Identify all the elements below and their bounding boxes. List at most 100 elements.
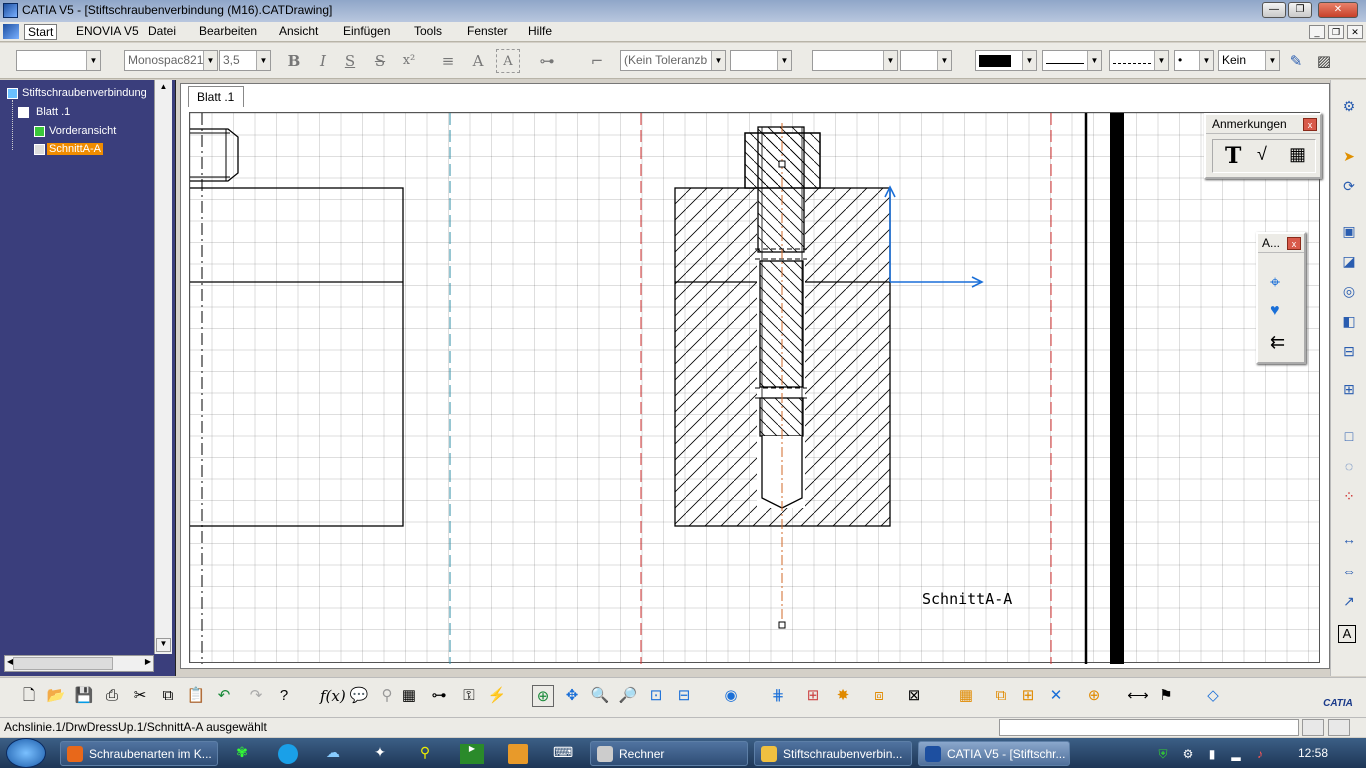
circle-icon[interactable]: ◌ — [1338, 455, 1360, 477]
frame-icon[interactable]: ⧉ — [990, 685, 1012, 707]
dimension-icon[interactable]: ⌐ — [585, 49, 609, 73]
roughness-symbol-icon[interactable]: √ — [1257, 144, 1267, 165]
close-button[interactable]: ✕ — [1318, 2, 1358, 18]
command-button-2[interactable] — [1328, 719, 1350, 736]
taskbar-firefox[interactable]: Schraubenarten im K... — [60, 741, 218, 766]
copy-icon[interactable]: ⧉ — [157, 685, 179, 707]
tree-view-section[interactable]: SchnittA-A — [47, 143, 103, 155]
annotations-close-button[interactable]: x — [1303, 118, 1317, 131]
tree-vertical-scrollbar[interactable]: ▲ ▼ — [154, 80, 172, 654]
network-app-icon[interactable]: ☁ — [323, 744, 343, 764]
text-annotation-icon[interactable]: A — [1338, 625, 1356, 643]
new-file-icon[interactable]: 🗋 — [18, 685, 40, 707]
macro-icon[interactable]: ⚡ — [486, 685, 508, 707]
analysis-icon[interactable]: ⧈ — [868, 685, 890, 707]
tray-signal-icon[interactable]: ▂ — [1228, 746, 1244, 762]
minimize-button[interactable]: — — [1262, 2, 1286, 18]
catia-app-icon[interactable] — [3, 3, 18, 18]
section-label[interactable]: SchnittA-A — [922, 590, 1012, 608]
help-icon[interactable]: ? — [273, 685, 295, 707]
menu-enovia[interactable]: ENOVIA V5 — [73, 24, 142, 38]
comment-icon[interactable]: 💬 — [348, 685, 370, 707]
tray-volume-icon[interactable]: ♪ — [1252, 746, 1268, 762]
zoom-in-icon[interactable]: 🔍 — [589, 685, 611, 707]
tray-antivirus-icon[interactable]: ⛨ — [1155, 746, 1171, 762]
linetype-combo[interactable]: ▼ — [1109, 50, 1169, 71]
wizard-icon[interactable]: ⊞ — [1338, 378, 1360, 400]
measure-icon[interactable]: ◇ — [1202, 685, 1224, 707]
center-line-icon[interactable]: ⌖ — [1270, 272, 1280, 293]
axis-line-icon[interactable]: ⇇ — [1270, 332, 1285, 353]
tab-sheet[interactable]: Blatt .1 — [188, 86, 244, 107]
search-app-icon[interactable]: ⚲ — [415, 744, 435, 764]
generative-icon[interactable]: ⊕ — [1083, 685, 1105, 707]
print-icon[interactable]: ⎙ — [101, 685, 123, 707]
table-icon[interactable]: ▦ — [1289, 144, 1306, 165]
lock-icon[interactable]: ⚿ — [458, 685, 480, 707]
fit-all-icon[interactable]: ⊕ — [532, 685, 554, 707]
filter-icon[interactable]: ⊠ — [903, 685, 925, 707]
media-app-icon[interactable]: ▶ — [460, 744, 484, 764]
doc-close-icon[interactable]: ✕ — [1347, 25, 1363, 39]
broken-view-icon[interactable]: ⊟ — [1338, 340, 1360, 362]
section-view-icon[interactable]: ◪ — [1338, 250, 1360, 272]
tree-view-front[interactable]: Vorderansicht — [49, 125, 116, 137]
formula-icon[interactable]: f(x) — [320, 685, 346, 707]
swap-visible-icon[interactable]: ◉ — [720, 685, 742, 707]
sheet-grid-icon[interactable]: ▦ — [955, 685, 977, 707]
document-icon[interactable] — [3, 24, 19, 39]
thread-icon[interactable]: ♥ — [1270, 302, 1280, 320]
style-combo[interactable]: ▼ — [16, 50, 101, 71]
precision-combo[interactable]: ▼ — [900, 50, 952, 71]
view-axis[interactable] — [884, 185, 984, 288]
line-color-combo[interactable]: ▼ — [975, 50, 1037, 71]
clipping-view-icon[interactable]: ◧ — [1338, 310, 1360, 332]
undo-icon[interactable]: ↶ — [213, 685, 235, 707]
command-input[interactable] — [999, 719, 1299, 736]
point-style-combo[interactable]: • ▼ — [1174, 50, 1214, 71]
menu-einfuegen[interactable]: Einfügen — [340, 24, 393, 38]
tree-root-node[interactable]: Stiftschraubenverbindung — [22, 87, 147, 99]
pan-icon[interactable]: ✥ — [561, 685, 583, 707]
dimension-generation-icon[interactable]: ⟷ — [1127, 685, 1149, 707]
menu-fenster[interactable]: Fenster — [464, 24, 511, 38]
pattern-combo[interactable]: Kein ▼ — [1218, 50, 1280, 71]
scroll-thumb[interactable] — [13, 657, 113, 670]
hatch-pattern-icon[interactable]: ▨ — [1312, 49, 1336, 73]
title-block-icon[interactable]: ⊞ — [1017, 685, 1039, 707]
axis-handle-top[interactable] — [778, 160, 786, 168]
zoom-area-icon[interactable]: ⊡ — [645, 685, 667, 707]
constraint-icon[interactable]: ✸ — [832, 685, 854, 707]
taskbar-clock[interactable]: 12:58 — [1298, 746, 1328, 760]
menu-ansicht[interactable]: Ansicht — [276, 24, 321, 38]
axis-handle-bottom[interactable] — [778, 621, 786, 629]
skype-icon[interactable] — [278, 744, 298, 764]
scroll-down-icon[interactable]: ▼ — [156, 638, 171, 652]
paste-icon[interactable]: 📋 — [185, 685, 207, 707]
start-button[interactable] — [6, 738, 46, 768]
axis-panel-close-button[interactable]: x — [1287, 237, 1301, 250]
tolerance-combo[interactable]: (Kein Toleranzb ▼ — [620, 50, 726, 71]
anchor-point-icon[interactable]: ⊶ — [535, 49, 559, 73]
doc-restore-icon[interactable]: ❐ — [1328, 25, 1344, 39]
rectangle-icon[interactable]: □ — [1338, 425, 1360, 447]
open-folder-icon[interactable]: 📂 — [45, 685, 67, 707]
table-icon[interactable]: ▦ — [398, 685, 420, 707]
font-size-combo[interactable]: 3,5 ▼ — [219, 50, 271, 71]
section-view[interactable] — [674, 123, 891, 629]
tree-sheet-node[interactable]: Blatt .1 — [36, 106, 70, 118]
pinned-folder-icon[interactable] — [508, 744, 528, 764]
remote-app-icon[interactable]: ⌨ — [553, 744, 573, 764]
front-view[interactable] — [190, 113, 404, 664]
tree-structure-icon[interactable]: ⊶ — [428, 685, 450, 707]
line-thickness-combo[interactable]: ▼ — [1042, 50, 1102, 71]
underline-button[interactable]: S — [338, 49, 362, 73]
numeric-display-combo[interactable]: ▼ — [812, 50, 898, 71]
font-combo[interactable]: Monospac821 ▼ — [124, 50, 218, 71]
pinned-app-icon[interactable]: ✾ — [232, 744, 252, 764]
taskbar-catia[interactable]: CATIA V5 - [Stiftschr... — [918, 741, 1070, 766]
scroll-right-icon[interactable]: ▶ — [145, 657, 151, 666]
dimension-icon[interactable]: ↔ — [1338, 528, 1360, 550]
strikethrough-button[interactable]: S — [368, 49, 392, 73]
tray-battery-icon[interactable]: ▮ — [1204, 746, 1220, 762]
